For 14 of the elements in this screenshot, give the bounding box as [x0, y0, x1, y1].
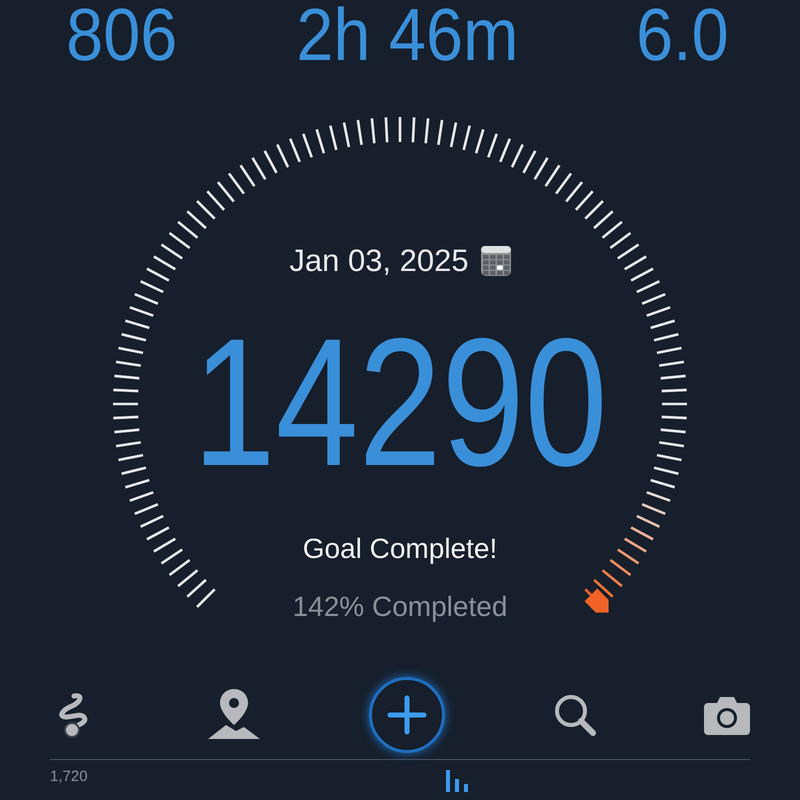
stat-value: 6.0 — [636, 0, 729, 70]
add-button[interactable] — [369, 677, 445, 754]
plus-icon — [387, 695, 427, 736]
calendar-icon[interactable] — [480, 246, 511, 276]
camera-icon[interactable] — [704, 695, 750, 736]
step-count: 14290 — [192, 312, 608, 492]
goal-marker-icon — [584, 588, 609, 613]
date-label[interactable]: Jan 03, 2025 — [289, 241, 469, 281]
stat-value: 806 — [66, 0, 178, 70]
search-icon[interactable] — [552, 693, 596, 738]
stat-value: 2h 46m — [296, 0, 518, 70]
percent-completed: 142% Completed — [292, 590, 508, 624]
goal-status: Goal Complete! — [302, 532, 498, 566]
axis-label: 1,720 — [50, 768, 88, 786]
